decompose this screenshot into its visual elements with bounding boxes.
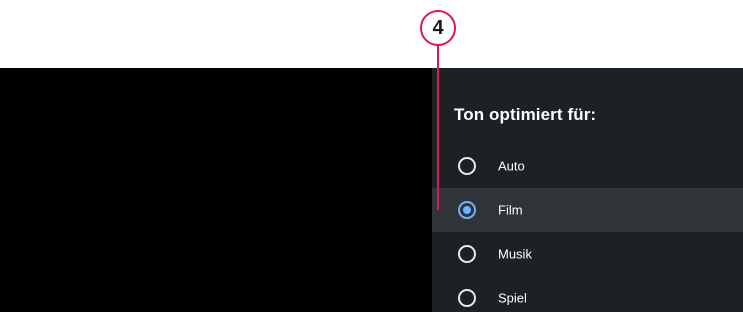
sound-mode-options: Auto Film Musik Spiel [432, 144, 743, 312]
option-musik[interactable]: Musik [432, 232, 743, 276]
panel-title: Ton optimiert für: [454, 105, 597, 124]
callout-line [437, 46, 439, 210]
radio-unchecked-icon [458, 289, 476, 307]
radio-unchecked-icon [458, 157, 476, 175]
option-auto[interactable]: Auto [432, 144, 743, 188]
radio-unchecked-icon [458, 245, 476, 263]
tv-settings-screenshot: Ton optimiert für: Auto Film Musik Spiel… [0, 0, 743, 312]
callout-badge: 4 [420, 10, 456, 46]
option-film[interactable]: Film [432, 188, 743, 232]
sound-mode-panel: Ton optimiert für: Auto Film Musik Spiel [432, 68, 743, 312]
callout-number: 4 [432, 17, 444, 39]
option-label: Film [498, 202, 523, 218]
option-label: Spiel [498, 290, 527, 306]
option-spiel[interactable]: Spiel [432, 276, 743, 312]
annotation-area [0, 0, 743, 68]
option-label: Auto [498, 158, 525, 174]
option-label: Musik [498, 246, 532, 262]
radio-checked-icon [458, 201, 476, 219]
